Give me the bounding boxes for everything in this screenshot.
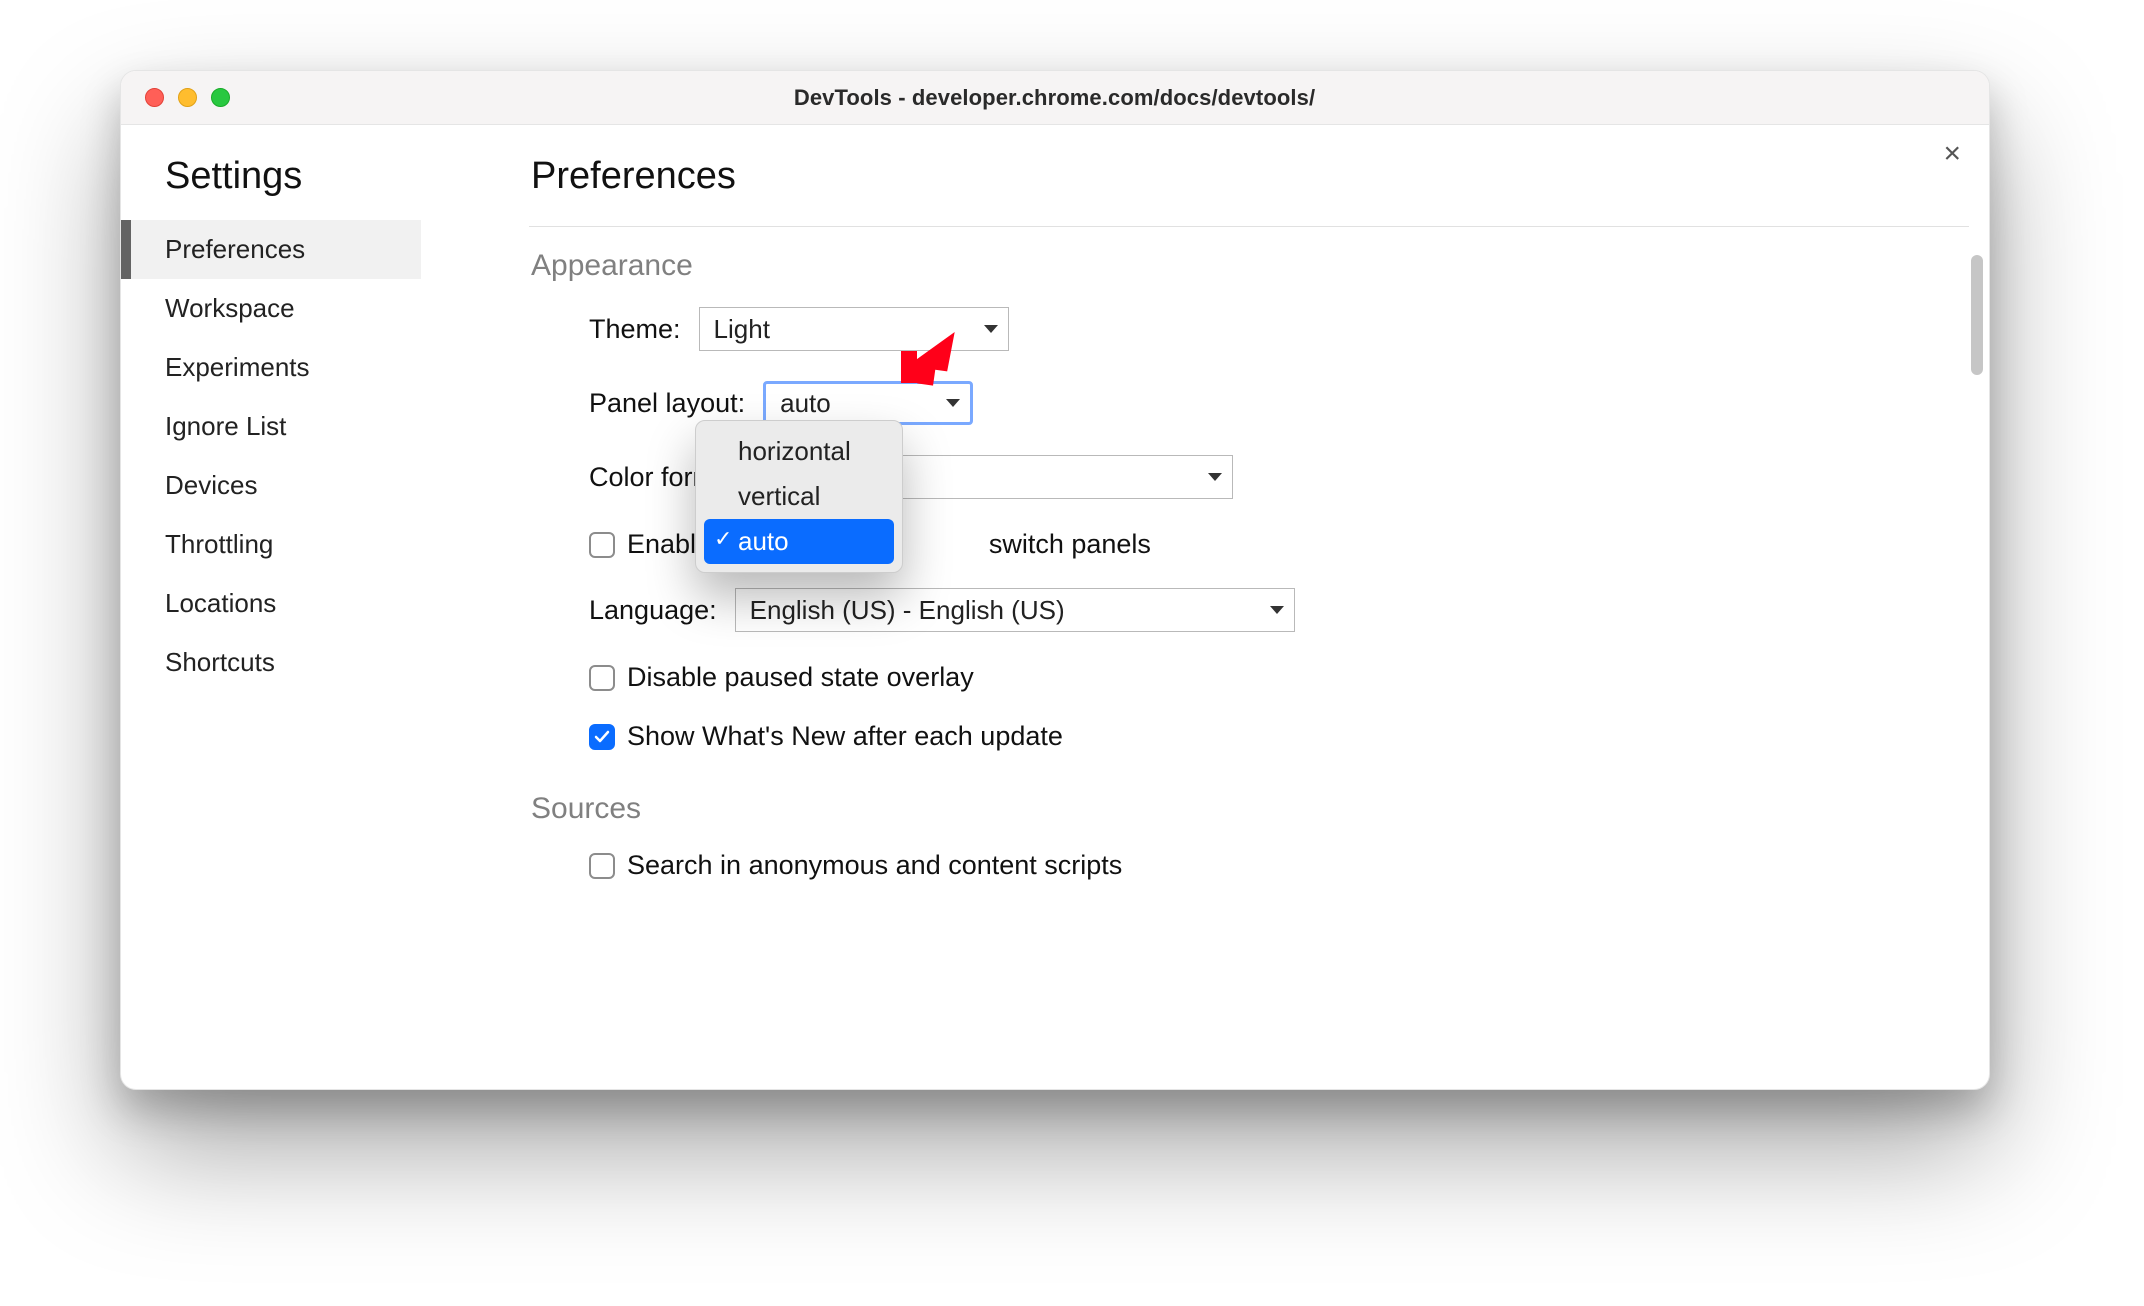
panel-layout-dropdown[interactable]: horizontal vertical auto — [695, 420, 903, 573]
settings-nav: Preferences Workspace Experiments Ignore… — [121, 220, 421, 692]
search-anon-checkbox[interactable] — [589, 853, 615, 879]
window-frame: DevTools - developer.chrome.com/docs/dev… — [120, 70, 1990, 1090]
language-select[interactable]: English (US) - English (US) — [735, 588, 1295, 632]
sidebar-item-label: Locations — [165, 588, 276, 618]
panel-layout-option-vertical[interactable]: vertical — [704, 474, 894, 519]
panel-layout-option-auto[interactable]: auto — [704, 519, 894, 564]
search-anon-label: Search in anonymous and content scripts — [627, 850, 1122, 881]
sidebar-item-devices[interactable]: Devices — [121, 456, 421, 515]
show-whats-new-label: Show What's New after each update — [627, 721, 1063, 752]
chevron-down-icon — [984, 325, 998, 333]
disable-overlay-checkbox[interactable] — [589, 665, 615, 691]
language-label: Language: — [589, 595, 717, 626]
option-label: horizontal — [738, 436, 851, 466]
page-title: Preferences — [531, 155, 1969, 198]
option-label: auto — [738, 526, 789, 556]
theme-row: Theme: Light — [589, 307, 1969, 351]
option-label: vertical — [738, 481, 820, 511]
chevron-down-icon — [1270, 606, 1284, 614]
titlebar: DevTools - developer.chrome.com/docs/dev… — [121, 71, 1989, 125]
section-sources-heading: Sources — [531, 792, 1969, 826]
disable-overlay-row: Disable paused state overlay — [589, 662, 1969, 693]
show-whats-new-row: Show What's New after each update — [589, 721, 1969, 752]
preferences-panel: Preferences Appearance Theme: Light — [421, 125, 1989, 1089]
language-row: Language: English (US) - English (US) — [589, 588, 1969, 632]
panel-layout-row: Panel layout: auto — [589, 381, 1969, 425]
sidebar-item-label: Shortcuts — [165, 647, 275, 677]
enable-cmd-shortcut-checkbox[interactable] — [589, 532, 615, 558]
sidebar-item-workspace[interactable]: Workspace — [121, 279, 421, 338]
sidebar-item-label: Workspace — [165, 293, 295, 323]
theme-label: Theme: — [589, 314, 681, 345]
window-controls — [121, 88, 230, 107]
sidebar-item-throttling[interactable]: Throttling — [121, 515, 421, 574]
sidebar-item-label: Devices — [165, 470, 257, 500]
sidebar-item-label: Ignore List — [165, 411, 286, 441]
sidebar-item-experiments[interactable]: Experiments — [121, 338, 421, 397]
settings-sidebar: Settings Preferences Workspace Experimen… — [121, 125, 421, 1089]
panel-layout-label: Panel layout: — [589, 388, 745, 419]
sidebar-item-label: Experiments — [165, 352, 310, 382]
sidebar-item-label: Preferences — [165, 234, 305, 264]
sidebar-item-preferences[interactable]: Preferences — [121, 220, 421, 279]
settings-heading: Settings — [165, 155, 421, 198]
panel-layout-option-horizontal[interactable]: horizontal — [704, 429, 894, 474]
sidebar-item-label: Throttling — [165, 529, 273, 559]
language-select-value: English (US) - English (US) — [750, 595, 1065, 626]
theme-select-value: Light — [714, 314, 770, 345]
traffic-close-icon[interactable] — [145, 88, 164, 107]
search-anon-row: Search in anonymous and content scripts — [589, 850, 1969, 881]
traffic-minimize-icon[interactable] — [178, 88, 197, 107]
section-appearance-heading: Appearance — [531, 249, 1969, 283]
chevron-down-icon — [946, 399, 960, 407]
annotation-arrow-icon — [891, 317, 971, 397]
sidebar-item-locations[interactable]: Locations — [121, 574, 421, 633]
traffic-zoom-icon[interactable] — [211, 88, 230, 107]
sidebar-item-shortcuts[interactable]: Shortcuts — [121, 633, 421, 692]
disable-overlay-label: Disable paused state overlay — [627, 662, 974, 693]
window-title: DevTools - developer.chrome.com/docs/dev… — [230, 85, 1989, 111]
divider — [529, 226, 1969, 227]
chevron-down-icon — [1208, 473, 1222, 481]
sidebar-item-ignore-list[interactable]: Ignore List — [121, 397, 421, 456]
panel-layout-select-value: auto — [780, 388, 831, 419]
enable-cmd-shortcut-label-post: switch panels — [989, 529, 1151, 560]
show-whats-new-checkbox[interactable] — [589, 724, 615, 750]
